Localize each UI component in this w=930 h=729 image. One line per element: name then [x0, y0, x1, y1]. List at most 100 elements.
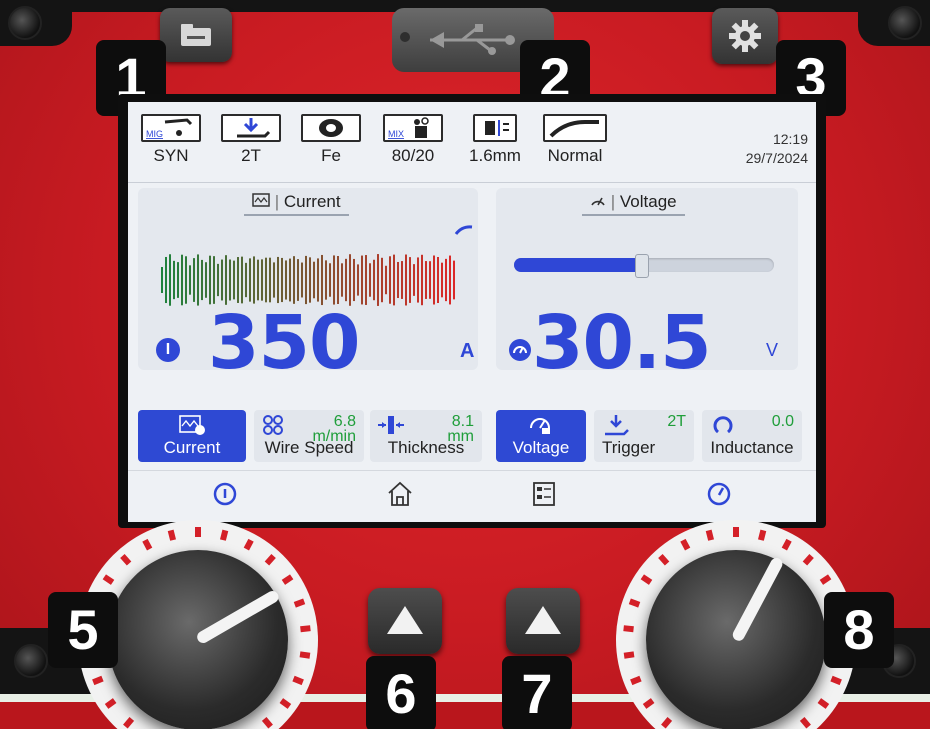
current-waveform-icon — [179, 415, 205, 435]
knob-tick — [680, 538, 691, 551]
voltage-value: 30.5 — [532, 300, 712, 386]
up-button-left[interactable] — [368, 588, 442, 654]
current-value: 350 — [208, 300, 360, 386]
tile-voltage-label: Voltage — [512, 438, 570, 457]
tile-trigger-label: Trigger — [602, 438, 656, 457]
tile-current[interactable]: Current — [138, 410, 246, 462]
status-torch[interactable]: Normal — [540, 114, 610, 166]
tile-inductance-label: Inductance — [710, 438, 794, 457]
knob-tick — [123, 716, 135, 729]
voltage-slider-track[interactable] — [514, 254, 774, 278]
knob-tick — [705, 529, 714, 541]
voltage-panel[interactable]: | Voltage 30.5 V — [496, 188, 798, 380]
tile-wire-speed[interactable]: 6.8 m/min Wire Speed — [254, 410, 364, 462]
knob-indicator — [730, 555, 785, 643]
up-button-right[interactable] — [506, 588, 580, 654]
folder-icon — [181, 24, 211, 46]
voltage-knob[interactable] — [646, 550, 826, 729]
tile-thickness-label: Thickness — [387, 438, 465, 457]
knob-tick — [628, 598, 641, 608]
tile-current-label: Current — [163, 438, 221, 457]
status-gas[interactable]: MIX 80/20 — [378, 114, 448, 166]
triangle-up-icon — [387, 606, 423, 634]
status-bar: MIG SYN 2T Fe MIX 80/20 1.6mm Normal 12:… — [128, 102, 816, 183]
current-knob[interactable] — [108, 550, 288, 729]
knob-tick — [781, 538, 792, 551]
marker-8: 8 — [824, 592, 894, 668]
thickness-number: 8.1 — [451, 413, 474, 430]
knob-tick — [623, 625, 634, 633]
tile-voltage[interactable]: Voltage — [496, 410, 586, 462]
clock-date: 29/7/2024 — [745, 150, 808, 166]
status-trigger[interactable]: 2T — [216, 114, 286, 166]
inductance-icon — [713, 416, 733, 434]
knob-tick — [142, 538, 153, 551]
status-material[interactable]: Fe — [296, 114, 366, 166]
status-process[interactable]: MIG SYN — [136, 114, 206, 166]
svg-text:MIG: MIG — [146, 129, 163, 139]
tile-thickness[interactable]: 8.1 mm Thickness — [370, 410, 482, 462]
voltage-title-label: Voltage — [619, 192, 677, 211]
wire-feed-icon — [263, 415, 283, 435]
knob-tick — [658, 554, 670, 566]
current-symbol-icon: I — [156, 338, 180, 362]
screw-icon — [8, 6, 42, 40]
knob-tick — [195, 527, 201, 537]
knob-tick — [167, 529, 176, 541]
tile-trigger[interactable]: 2T Trigger — [594, 410, 694, 462]
usb-icon — [430, 24, 515, 55]
cover-hole — [400, 32, 410, 42]
knob-tick — [299, 651, 311, 659]
status-material-label: Fe — [321, 146, 341, 165]
status-process-label: SYN — [153, 146, 189, 165]
mig-torch-icon: MIG — [141, 114, 201, 142]
knob-tick — [292, 675, 304, 686]
status-torch-label: Normal — [547, 146, 603, 165]
menu-list-icon[interactable] — [532, 481, 556, 507]
status-wire-diameter-label: 1.6mm — [469, 146, 521, 165]
marker-7: 7 — [502, 656, 572, 729]
knob-tick — [264, 554, 276, 566]
tile-trigger-value: 2T — [667, 413, 686, 430]
voltage-slider-fill — [514, 258, 642, 272]
knob-tick — [640, 574, 653, 585]
voltage-knob-icon[interactable] — [706, 481, 732, 507]
thickness-icon — [378, 416, 404, 434]
knob-tick — [623, 651, 635, 659]
status-wire-diameter[interactable]: 1.6mm — [460, 114, 530, 166]
wire-spool-icon — [301, 114, 361, 142]
trigger-icon — [605, 415, 629, 436]
current-panel[interactable]: | Current I 350 A — [138, 188, 478, 380]
clock-time: 12:19 — [772, 131, 808, 147]
lcd-screen: MIG SYN 2T Fe MIX 80/20 1.6mm Normal 12:… — [128, 102, 816, 522]
wire-diameter-icon — [473, 114, 517, 142]
knob-tick — [802, 554, 814, 566]
tile-inductance[interactable]: 0.0 Inductance — [702, 410, 802, 462]
display-bezel: MIG SYN 2T Fe MIX 80/20 1.6mm Normal 12:… — [118, 94, 826, 528]
status-gas-label: 80/20 — [391, 146, 435, 165]
current-knob-icon[interactable] — [212, 481, 238, 507]
knob-tick — [120, 554, 132, 566]
knob-tick — [243, 538, 254, 551]
voltage-panel-title: | Voltage — [582, 192, 685, 216]
knob-tick — [642, 698, 655, 709]
voltage-icon — [591, 197, 605, 206]
trigger-icon — [221, 114, 281, 142]
current-title-label: Current — [283, 192, 341, 211]
voltage-slider-thumb[interactable] — [635, 254, 650, 278]
knob-tick — [817, 698, 830, 709]
current-unit: A — [460, 340, 475, 362]
home-icon[interactable] — [386, 481, 414, 507]
screw-icon — [14, 644, 48, 678]
knob-tick — [279, 698, 292, 709]
knob-tick — [300, 625, 311, 633]
marker-6: 6 — [366, 656, 436, 729]
gear-icon — [729, 20, 761, 52]
settings-button[interactable] — [712, 8, 778, 64]
file-button[interactable] — [160, 8, 232, 62]
triangle-up-icon — [525, 606, 561, 634]
voltage-gauge-icon — [509, 339, 531, 361]
torch-icon — [543, 114, 607, 142]
knob-tick — [293, 598, 306, 608]
marker-5: 5 — [48, 592, 118, 668]
